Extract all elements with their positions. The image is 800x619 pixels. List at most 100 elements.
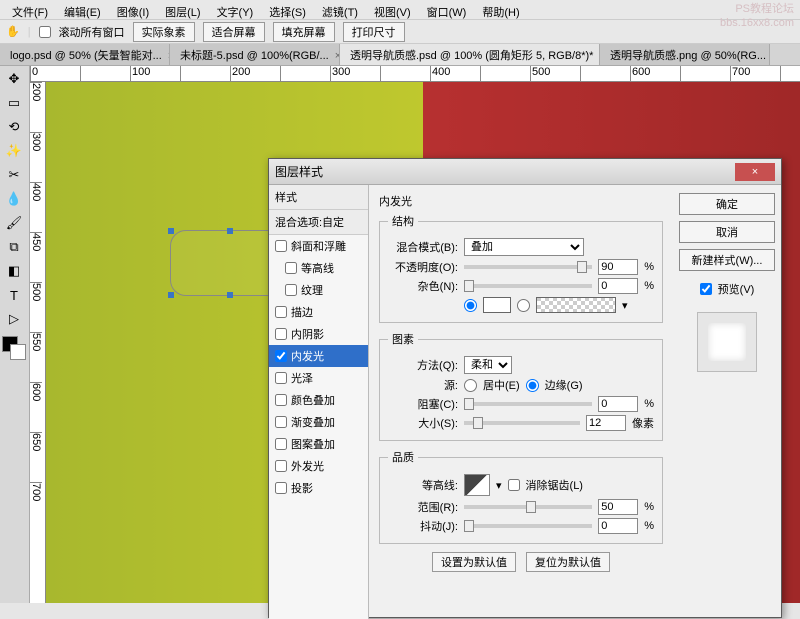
style-drop-shadow-checkbox[interactable] — [275, 482, 287, 494]
menu-window[interactable]: 窗口(W) — [419, 2, 475, 17]
size-input[interactable] — [586, 415, 626, 431]
gradient-picker[interactable] — [536, 297, 616, 313]
fit-screen-button[interactable]: 适合屏幕 — [203, 22, 265, 42]
style-color-overlay[interactable]: 颜色叠加 — [269, 389, 368, 411]
technique-select[interactable]: 柔和 — [464, 356, 512, 374]
fill-screen-button[interactable]: 填充屏幕 — [273, 22, 335, 42]
type-tool-icon[interactable]: T — [2, 284, 26, 306]
jitter-input[interactable] — [598, 518, 638, 534]
menu-file[interactable]: 文件(F) — [4, 2, 56, 17]
tab-untitled[interactable]: 未标题-5.psd @ 100%(RGB/...× — [170, 44, 340, 65]
choke-slider[interactable] — [464, 402, 592, 406]
path-tool-icon[interactable]: ▷ — [2, 308, 26, 330]
noise-slider[interactable] — [464, 284, 592, 288]
noise-input[interactable] — [598, 278, 638, 294]
stamp-tool-icon[interactable]: ⧉ — [2, 236, 26, 258]
menu-layer[interactable]: 图层(L) — [157, 2, 208, 17]
marquee-tool-icon[interactable]: ▭ — [2, 92, 26, 114]
handle-nw[interactable] — [168, 228, 174, 234]
menu-image[interactable]: 图像(I) — [109, 2, 157, 17]
gradient-radio[interactable] — [517, 299, 530, 312]
eraser-tool-icon[interactable]: ◧ — [2, 260, 26, 282]
quality-legend: 品质 — [388, 449, 418, 465]
tool-panel: ✥ ▭ ⟲ ✨ ✂ 💧 🖌 ⧉ ◧ T ▷ — [0, 66, 30, 603]
print-size-button[interactable]: 打印尺寸 — [343, 22, 405, 42]
source-center-radio[interactable] — [464, 379, 477, 392]
choke-input[interactable] — [598, 396, 638, 412]
style-gradient-overlay-checkbox[interactable] — [275, 416, 287, 428]
style-inner-glow[interactable]: 内发光 — [269, 345, 368, 367]
pct-label: % — [644, 501, 654, 513]
eyedropper-tool-icon[interactable]: 💧 — [2, 188, 26, 210]
color-swatch-white[interactable] — [483, 297, 511, 313]
handle-n[interactable] — [227, 228, 233, 234]
style-outer-glow[interactable]: 外发光 — [269, 455, 368, 477]
menu-edit[interactable]: 编辑(E) — [56, 2, 109, 17]
chevron-down-icon[interactable]: ▾ — [496, 479, 502, 492]
style-bevel-checkbox[interactable] — [275, 240, 287, 252]
range-input[interactable] — [598, 499, 638, 515]
style-outer-glow-checkbox[interactable] — [275, 460, 287, 472]
styles-header[interactable]: 样式 — [269, 185, 368, 210]
tab-nav-psd[interactable]: 透明导航质感.psd @ 100% (圆角矩形 5, RGB/8*)*× — [340, 44, 600, 65]
style-drop-shadow[interactable]: 投影 — [269, 477, 368, 499]
size-slider[interactable] — [464, 421, 580, 425]
style-gradient-overlay[interactable]: 渐变叠加 — [269, 411, 368, 433]
reset-default-button[interactable]: 复位为默认值 — [526, 552, 610, 572]
color-swatch[interactable] — [2, 336, 28, 360]
opacity-slider[interactable] — [464, 265, 592, 269]
style-pattern-overlay-checkbox[interactable] — [275, 438, 287, 450]
menu-select[interactable]: 选择(S) — [261, 2, 314, 17]
new-style-button[interactable]: 新建样式(W)... — [679, 249, 775, 271]
antialias-checkbox[interactable] — [508, 479, 520, 491]
range-slider[interactable] — [464, 505, 592, 509]
blend-mode-select[interactable]: 叠加 — [464, 238, 584, 256]
style-pattern-overlay[interactable]: 图案叠加 — [269, 433, 368, 455]
cancel-button[interactable]: 取消 — [679, 221, 775, 243]
chevron-down-icon[interactable]: ▾ — [622, 299, 628, 312]
opacity-input[interactable] — [598, 259, 638, 275]
dialog-close-button[interactable]: × — [735, 163, 775, 181]
tab-nav-png[interactable]: 透明导航质感.png @ 50%(RG...× — [600, 44, 770, 65]
scroll-all-checkbox[interactable] — [39, 26, 51, 38]
elements-group: 图素 方法(Q): 柔和 源: 居中(E) 边缘(G) 阻塞(C): — [379, 331, 663, 441]
style-color-overlay-checkbox[interactable] — [275, 394, 287, 406]
make-default-button[interactable]: 设置为默认值 — [432, 552, 516, 572]
tab-logo[interactable]: logo.psd @ 50% (矢量智能对...× — [0, 44, 170, 65]
style-texture-checkbox[interactable] — [285, 284, 297, 296]
style-inner-glow-checkbox[interactable] — [275, 350, 287, 362]
menu-type[interactable]: 文字(Y) — [209, 2, 262, 17]
contour-picker[interactable] — [464, 474, 490, 496]
source-edge-radio[interactable] — [526, 379, 539, 392]
actual-pixels-button[interactable]: 实际象素 — [133, 22, 195, 42]
lasso-tool-icon[interactable]: ⟲ — [2, 116, 26, 138]
brush-tool-icon[interactable]: 🖌 — [2, 212, 26, 234]
move-tool-icon[interactable]: ✥ — [2, 68, 26, 90]
blend-options-header[interactable]: 混合选项:自定 — [269, 210, 368, 235]
style-contour[interactable]: 等高线 — [269, 257, 368, 279]
wand-tool-icon[interactable]: ✨ — [2, 140, 26, 162]
style-contour-checkbox[interactable] — [285, 262, 297, 274]
preview-checkbox[interactable] — [700, 283, 712, 295]
dialog-right-panel: 确定 取消 新建样式(W)... 预览(V) — [673, 185, 781, 619]
choke-label: 阻塞(C): — [388, 396, 458, 412]
crop-tool-icon[interactable]: ✂ — [2, 164, 26, 186]
style-inner-shadow[interactable]: 内阴影 — [269, 323, 368, 345]
dialog-titlebar[interactable]: 图层样式 × — [269, 159, 781, 185]
handle-s[interactable] — [227, 292, 233, 298]
menu-help[interactable]: 帮助(H) — [474, 2, 527, 17]
color-radio[interactable] — [464, 299, 477, 312]
style-texture[interactable]: 纹理 — [269, 279, 368, 301]
style-inner-shadow-checkbox[interactable] — [275, 328, 287, 340]
menu-view[interactable]: 视图(V) — [366, 2, 419, 17]
style-stroke-checkbox[interactable] — [275, 306, 287, 318]
handle-sw[interactable] — [168, 292, 174, 298]
style-satin[interactable]: 光泽 — [269, 367, 368, 389]
style-bevel[interactable]: 斜面和浮雕 — [269, 235, 368, 257]
menu-filter[interactable]: 滤镜(T) — [314, 2, 366, 17]
hand-tool-icon[interactable]: ✋ — [6, 25, 20, 38]
jitter-slider[interactable] — [464, 524, 592, 528]
style-stroke[interactable]: 描边 — [269, 301, 368, 323]
style-satin-checkbox[interactable] — [275, 372, 287, 384]
ok-button[interactable]: 确定 — [679, 193, 775, 215]
